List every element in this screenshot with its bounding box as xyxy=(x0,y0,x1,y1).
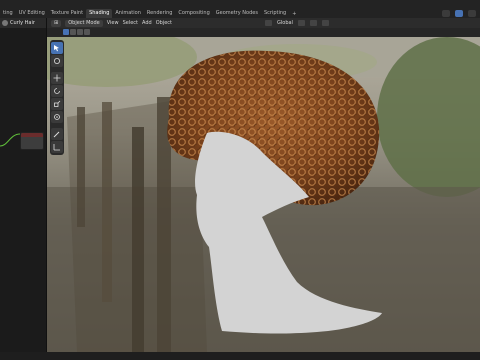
add-workspace-button[interactable]: + xyxy=(289,11,299,17)
annotate-icon[interactable] xyxy=(51,128,63,140)
snap-icon[interactable] xyxy=(309,20,317,26)
orientation-icon[interactable] xyxy=(265,20,272,26)
node-editor-panel: Curly Hair xyxy=(0,18,47,360)
object-name-label: Curly Hair xyxy=(10,20,35,26)
tab-scripting[interactable]: Scripting xyxy=(261,9,289,18)
rotate-icon[interactable] xyxy=(51,85,63,97)
tab-geometry-nodes[interactable]: Geometry Nodes xyxy=(213,9,261,18)
scale-icon[interactable] xyxy=(51,98,63,110)
cursor-icon[interactable] xyxy=(51,55,63,67)
3d-viewport[interactable] xyxy=(47,37,480,352)
workspace-tabs: ting UV Editing Texture Paint Shading An… xyxy=(0,9,299,18)
filter-icon[interactable] xyxy=(468,10,476,17)
viewport-header: ⊞ Object Mode View Select Add Object Glo… xyxy=(47,18,480,28)
transform-icon[interactable] xyxy=(51,111,63,123)
menu-add[interactable]: Add xyxy=(142,20,152,26)
proportional-edit-icon[interactable] xyxy=(321,20,329,26)
tab-rendering[interactable]: Rendering xyxy=(144,9,176,18)
viewport-scene xyxy=(47,37,480,352)
menu-object[interactable]: Object xyxy=(156,20,172,26)
select-mode-group xyxy=(63,29,90,35)
select-new-icon[interactable] xyxy=(63,29,69,35)
scene-icon[interactable] xyxy=(442,10,450,17)
tab-texture-paint[interactable]: Texture Paint xyxy=(48,9,86,18)
menu-view[interactable]: View xyxy=(107,20,119,26)
tab-sculpting[interactable]: ting xyxy=(0,9,16,18)
shader-node-header xyxy=(21,133,43,137)
measure-icon[interactable] xyxy=(51,141,63,153)
tool-settings-row xyxy=(47,28,480,37)
tab-compositing[interactable]: Compositing xyxy=(175,9,212,18)
transform-controls: Global xyxy=(265,20,329,26)
tab-shading[interactable]: Shading xyxy=(86,9,113,18)
mode-dropdown[interactable]: Object Mode xyxy=(65,19,103,27)
tab-uv-editing[interactable]: UV Editing xyxy=(16,9,48,18)
top-bar: ting UV Editing Texture Paint Shading An… xyxy=(0,0,480,18)
select-extend-icon[interactable] xyxy=(70,29,76,35)
pivot-icon[interactable] xyxy=(297,20,305,26)
tool-shelf xyxy=(50,40,64,155)
status-bar xyxy=(0,352,480,360)
tab-animation[interactable]: Animation xyxy=(112,9,144,18)
shader-node[interactable] xyxy=(20,132,44,150)
object-icon[interactable] xyxy=(2,20,8,26)
select-box-icon[interactable] xyxy=(51,42,63,54)
viewlayer-icon[interactable] xyxy=(455,10,463,17)
select-subtract-icon[interactable] xyxy=(77,29,83,35)
editor-type-button[interactable]: ⊞ xyxy=(51,19,62,27)
menu-select[interactable]: Select xyxy=(123,20,138,26)
select-invert-icon[interactable] xyxy=(84,29,90,35)
orientation-dropdown[interactable]: Global xyxy=(277,20,293,26)
header-right-icons xyxy=(442,10,476,17)
move-icon[interactable] xyxy=(51,72,63,84)
node-editor-header: Curly Hair xyxy=(0,18,46,28)
